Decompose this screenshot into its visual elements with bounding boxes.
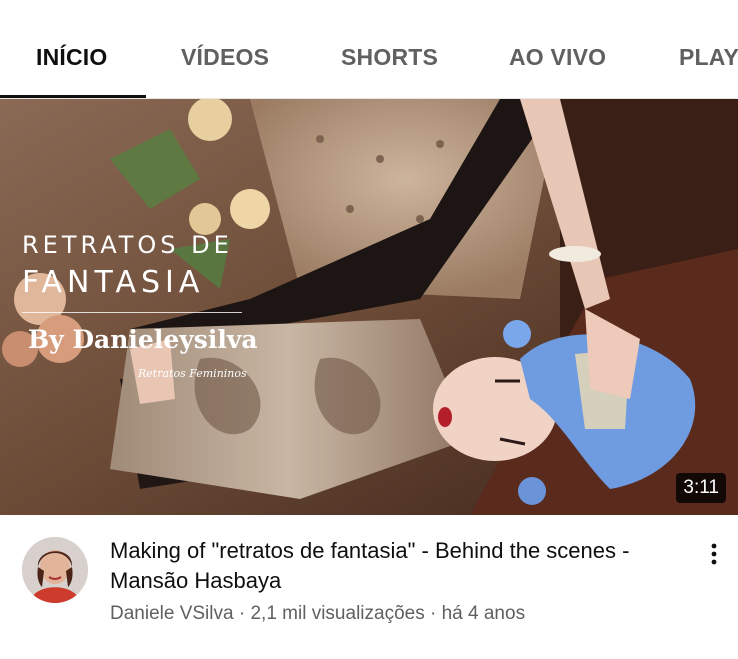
avatar-image bbox=[22, 537, 88, 603]
meta-separator: · bbox=[424, 603, 442, 624]
active-tab-indicator bbox=[0, 95, 146, 98]
thumbnail-byline: By Danieleysilva bbox=[28, 325, 258, 354]
tab-inicio[interactable]: INÍCIO bbox=[36, 44, 107, 71]
thumbnail-title-line1: RETRATOS DE bbox=[22, 231, 233, 259]
video-meta: Daniele VSilva · 2,1 mil visualizações ·… bbox=[110, 603, 525, 625]
channel-avatar[interactable] bbox=[22, 537, 88, 603]
more-options-button[interactable] bbox=[700, 540, 728, 568]
thumbnail-divider bbox=[22, 312, 242, 313]
duration-badge: 3:11 bbox=[676, 473, 726, 503]
meta-separator: · bbox=[233, 603, 251, 624]
video-thumbnail[interactable]: RETRATOS DE FANTASIA By Danieleysilva Re… bbox=[0, 99, 738, 515]
video-title[interactable]: Making of "retratos de fantasia" - Behin… bbox=[110, 536, 650, 596]
tab-shorts[interactable]: SHORTS bbox=[341, 44, 438, 71]
thumbnail-image bbox=[0, 99, 738, 515]
view-count: 2,1 mil visualizações bbox=[250, 603, 425, 624]
channel-name[interactable]: Daniele VSilva bbox=[110, 603, 234, 624]
tab-ao-vivo[interactable]: AO VIVO bbox=[509, 44, 606, 71]
tab-playlists[interactable]: PLAY bbox=[679, 44, 738, 71]
upload-age: há 4 anos bbox=[441, 603, 526, 624]
thumbnail-subtitle: Retratos Femininos bbox=[138, 367, 247, 380]
more-vert-icon bbox=[711, 543, 717, 565]
tab-videos[interactable]: VÍDEOS bbox=[181, 44, 269, 71]
thumbnail-title-line2: FANTASIA bbox=[22, 265, 205, 300]
channel-tabs: INÍCIO VÍDEOS SHORTS AO VIVO PLAY bbox=[0, 0, 738, 99]
